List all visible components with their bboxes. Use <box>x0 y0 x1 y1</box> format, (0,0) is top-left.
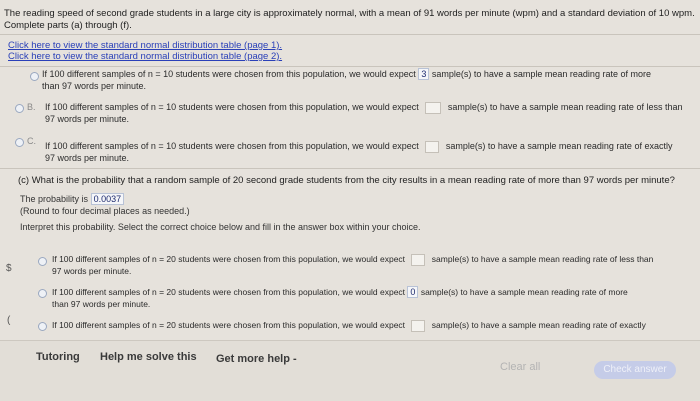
divider <box>0 168 700 169</box>
homework-page: The reading speed of second grade studen… <box>0 0 700 401</box>
part-b-option-a-text-pre: If 100 different samples of n = 10 stude… <box>42 69 416 79</box>
part-b-option-b-text-post: sample(s) to have a sample mean reading … <box>447 102 683 112</box>
part-b-option-c-line2: 97 words per minute. <box>45 153 130 163</box>
rounding-note: (Round to four decimal places as needed.… <box>20 206 190 216</box>
part-b-option-b-answer-box[interactable] <box>425 101 442 114</box>
part-c-option-b-text-pre: If 100 different samples of n = 20 stude… <box>52 287 406 297</box>
part-b-option-b: If 100 different samples of n = 10 stude… <box>45 101 682 114</box>
part-b-option-c: If 100 different samples of n = 10 stude… <box>45 140 672 153</box>
part-c-option-b-answer-box[interactable]: 0 <box>407 286 419 298</box>
part-c-option-c-radio[interactable] <box>38 322 47 331</box>
probability-label: The probability is <box>20 194 89 204</box>
part-c-option-a-answer-box[interactable] <box>411 253 426 266</box>
footer-divider <box>0 340 700 341</box>
part-b-option-b-text-pre: If 100 different samples of n = 10 stude… <box>45 102 419 112</box>
part-b-option-c-letter: C. <box>27 136 36 146</box>
problem-statement: The reading speed of second grade studen… <box>4 8 695 19</box>
probability-answer-box[interactable]: 0.0037 <box>90 193 125 205</box>
part-c-question: (c) What is the probability that a rando… <box>18 175 675 186</box>
divider <box>0 34 700 35</box>
part-b-option-a-text-post: sample(s) to have a sample mean reading … <box>431 69 651 79</box>
part-b-option-b-radio[interactable] <box>15 104 24 113</box>
part-c-option-a: If 100 different samples of n = 20 stude… <box>52 253 653 266</box>
part-b-option-b-letter: B. <box>27 102 36 112</box>
part-b-option-a-answer-box[interactable]: 3 <box>418 68 430 80</box>
part-b-option-a-radio[interactable] <box>30 72 39 81</box>
part-c-option-a-text-pre: If 100 different samples of n = 20 stude… <box>52 254 406 264</box>
normal-table-link-page-2[interactable]: Click here to view the standard normal d… <box>8 51 282 62</box>
part-c-option-a-line2: 97 words per minute. <box>52 266 132 276</box>
part-c-option-a-radio[interactable] <box>38 257 47 266</box>
part-c-option-b-line2: than 97 words per minute. <box>52 299 151 309</box>
tutoring-button[interactable]: Tutoring <box>36 351 80 363</box>
get-more-help-button[interactable]: Get more help - <box>216 353 297 365</box>
part-b-option-c-radio[interactable] <box>15 138 24 147</box>
part-b-option-b-line2: 97 words per minute. <box>45 114 130 124</box>
part-b-option-a-line2: than 97 words per minute. <box>42 81 147 91</box>
interpret-instructions: Interpret this probability. Select the c… <box>20 222 421 232</box>
part-b-option-c-answer-box[interactable] <box>425 140 440 153</box>
part-c-option-b-radio[interactable] <box>38 289 47 298</box>
part-c-option-c: If 100 different samples of n = 20 stude… <box>52 319 646 332</box>
margin-mark: ( <box>7 315 11 326</box>
part-c-option-b: If 100 different samples of n = 20 stude… <box>52 286 628 298</box>
part-b-option-a: If 100 different samples of n = 10 stude… <box>42 68 651 80</box>
divider <box>0 66 700 67</box>
part-c-option-c-text-post: sample(s) to have a sample mean reading … <box>431 320 646 330</box>
margin-mark: $ <box>6 263 12 274</box>
normal-table-link-page-1[interactable]: Click here to view the standard normal d… <box>8 40 282 51</box>
check-answer-button[interactable]: Check answer <box>594 361 676 379</box>
part-c-option-a-text-post: sample(s) to have a sample mean reading … <box>431 254 654 264</box>
part-b-option-c-text-pre: If 100 different samples of n = 10 stude… <box>45 141 419 151</box>
problem-intro: The reading speed of second grade studen… <box>4 8 695 32</box>
part-c-option-c-text-pre: If 100 different samples of n = 20 stude… <box>52 320 406 330</box>
part-c-option-b-text-post: sample(s) to have a sample mean reading … <box>420 287 628 297</box>
problem-instructions: Complete parts (a) through (f). <box>4 20 132 31</box>
part-b-option-c-text-post: sample(s) to have a sample mean reading … <box>445 141 673 151</box>
help-me-solve-button[interactable]: Help me solve this <box>100 351 197 363</box>
part-c-option-c-answer-box[interactable] <box>411 319 426 332</box>
clear-all-button[interactable]: Clear all <box>500 361 540 373</box>
part-c-probability-line: The probability is 0.0037 <box>20 193 125 205</box>
